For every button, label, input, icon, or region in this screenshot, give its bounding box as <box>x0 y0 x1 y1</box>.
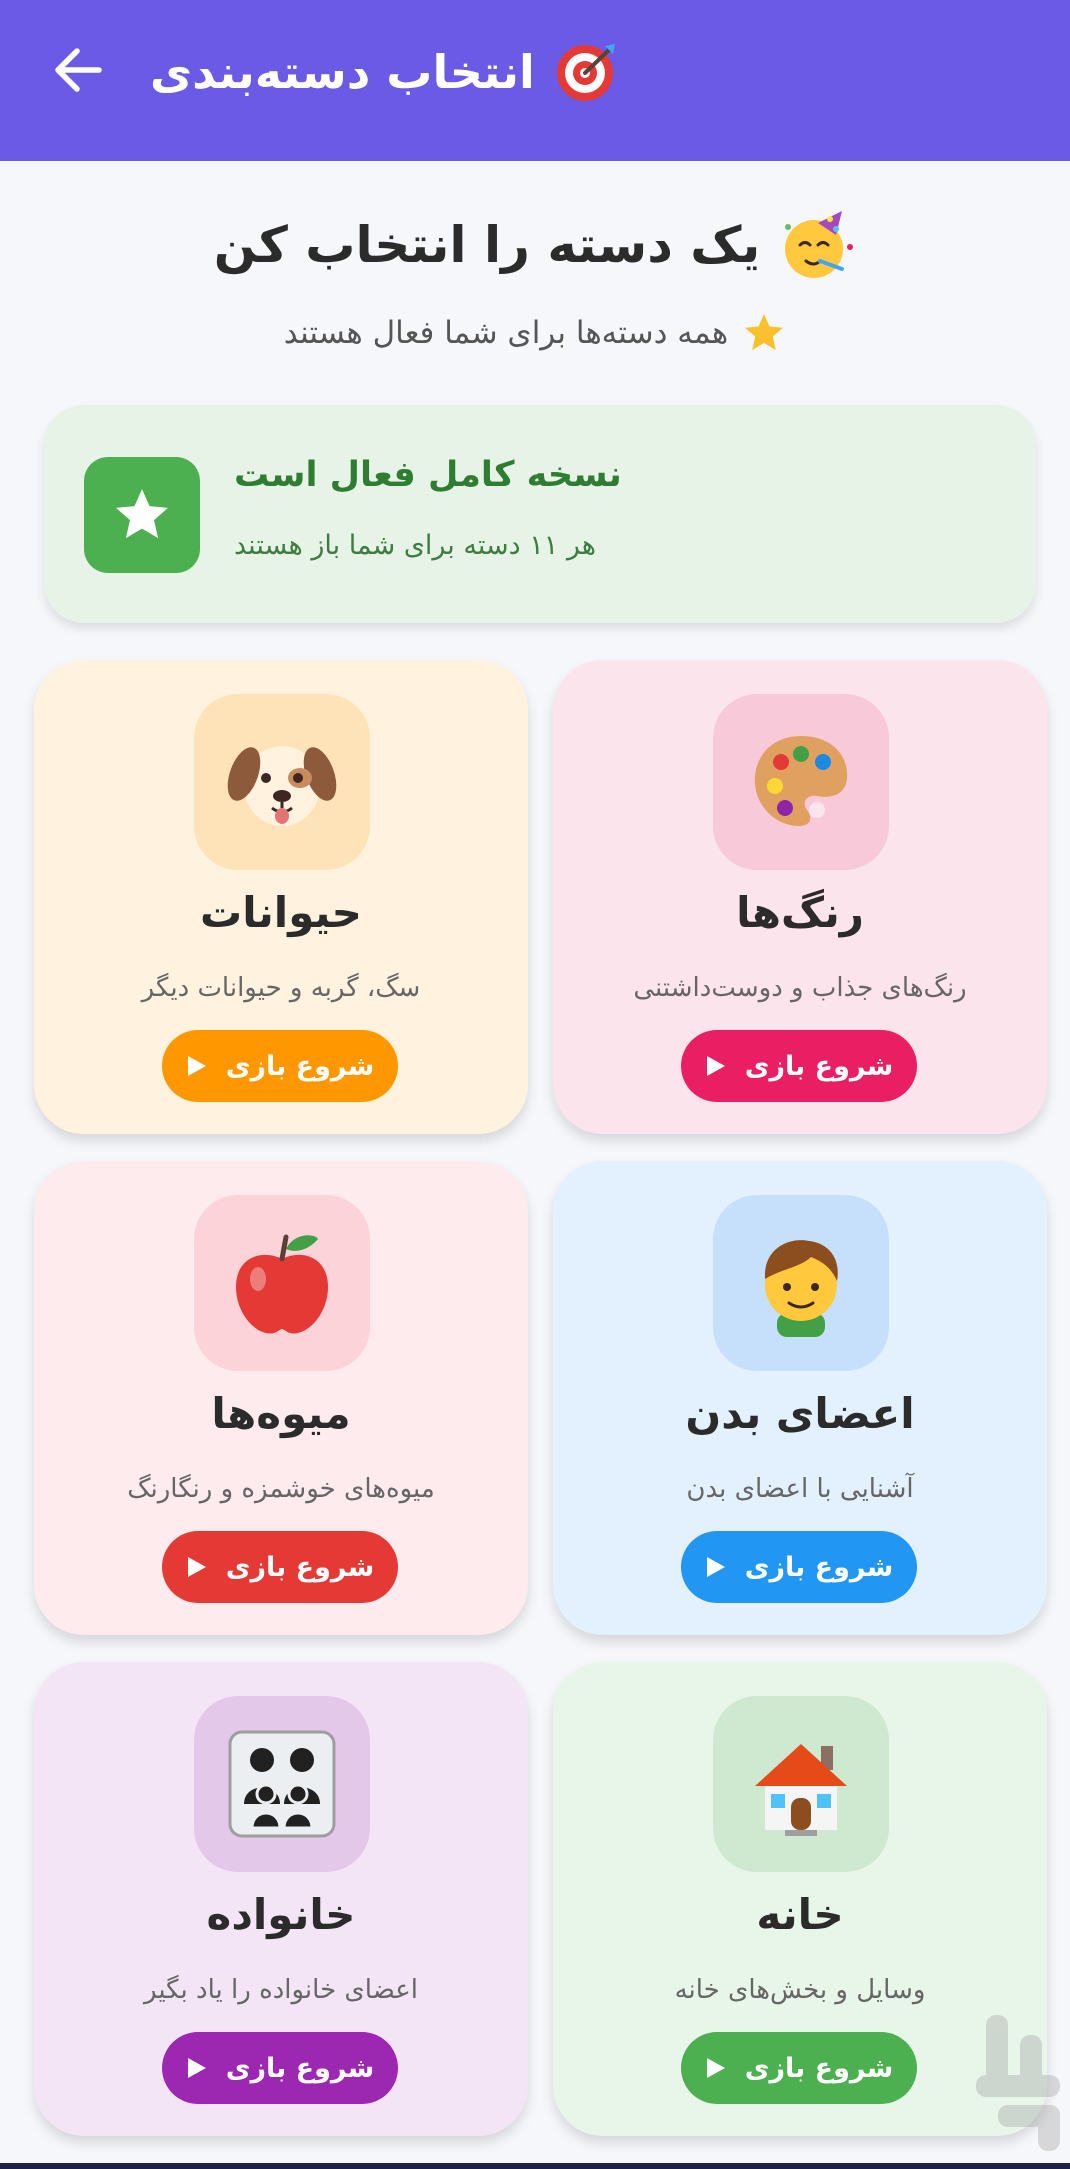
category-title: اعضای بدن <box>685 1389 915 1438</box>
category-title: خانه <box>756 1890 844 1939</box>
arrow-left-icon <box>55 48 102 92</box>
start-game-button[interactable]: شروع بازی <box>681 1030 917 1102</box>
heading-row: یک دسته را انتخاب کن <box>0 205 1070 285</box>
category-desc: آشنایی با اعضای بدن <box>686 1474 914 1504</box>
category-icon-box <box>713 694 889 870</box>
dog-face-icon <box>227 746 337 826</box>
start-game-label: شروع بازی <box>744 2052 894 2084</box>
category-icon-box <box>194 1195 370 1371</box>
category-card-family[interactable]: خانواده اعضای خانواده را یاد بگیر شروع ب… <box>34 1662 528 2136</box>
full-version-banner: نسخه کامل فعال است هر ۱۱ دسته برای شما ب… <box>44 405 1036 623</box>
play-icon <box>706 1557 725 1577</box>
play-icon <box>187 1557 206 1577</box>
start-game-button[interactable]: شروع بازی <box>681 2032 917 2104</box>
app-bar: انتخاب دسته‌بندی <box>0 0 1070 161</box>
page-title: انتخاب دسته‌بندی <box>150 45 535 99</box>
start-game-button[interactable]: شروع بازی <box>162 1030 398 1102</box>
play-icon <box>706 2058 725 2078</box>
category-title: حیوانات <box>200 888 362 937</box>
category-icon-box <box>194 1696 370 1872</box>
play-icon <box>187 2058 206 2078</box>
apple-icon <box>236 1234 328 1334</box>
category-desc: اعضای خانواده را یاد بگیر <box>143 1975 418 2005</box>
heading-text: یک دسته را انتخاب کن <box>213 216 761 274</box>
category-icon-box <box>713 1195 889 1371</box>
category-icon-box <box>713 1696 889 1872</box>
category-title: رنگ‌ها <box>736 888 864 937</box>
start-game-button[interactable]: شروع بازی <box>681 1531 917 1603</box>
bottom-edge <box>0 2163 1070 2169</box>
star-icon <box>116 489 168 539</box>
start-game-label: شروع بازی <box>744 1551 894 1583</box>
start-game-button[interactable]: شروع بازی <box>162 1531 398 1603</box>
category-desc: وسایل و بخش‌های خانه <box>674 1975 926 2005</box>
banner-subtitle: هر ۱۱ دسته برای شما باز هستند <box>234 530 596 561</box>
subheading-row: همه دسته‌ها برای شما فعال هستند <box>0 308 1070 358</box>
category-desc: میوه‌های خوشمزه و رنگارنگ <box>127 1474 435 1504</box>
party-face-icon <box>785 211 854 278</box>
category-title: خانواده <box>206 1890 356 1939</box>
start-game-label: شروع بازی <box>225 2052 375 2084</box>
target-icon <box>556 44 615 101</box>
start-game-label: شروع بازی <box>225 1050 375 1082</box>
category-title: میوه‌ها <box>211 1389 351 1438</box>
banner-title: نسخه کامل فعال است <box>234 455 622 495</box>
star-icon <box>745 314 784 350</box>
category-icon-box <box>194 694 370 870</box>
house-icon <box>755 1744 847 1836</box>
back-button[interactable] <box>48 40 108 100</box>
category-desc: سگ، گربه و حیوانات دیگر <box>141 973 421 1003</box>
store-watermark-logo <box>976 2015 1060 2151</box>
family-icon <box>228 1730 336 1838</box>
banner-star-badge <box>84 457 200 573</box>
play-icon <box>187 1056 206 1076</box>
category-desc: رنگ‌های جذاب و دوست‌داشتنی <box>633 973 967 1003</box>
start-game-button[interactable]: شروع بازی <box>162 2032 398 2104</box>
palette-icon <box>754 736 848 826</box>
subheading-text: همه دسته‌ها برای شما فعال هستند <box>283 315 729 351</box>
category-card-body-parts[interactable]: اعضای بدن آشنایی با اعضای بدن شروع بازی <box>553 1161 1047 1635</box>
category-card-fruits[interactable]: میوه‌ها میوه‌های خوشمزه و رنگارنگ شروع ب… <box>34 1161 528 1635</box>
boy-face-icon <box>764 1240 838 1337</box>
category-card-colors[interactable]: رنگ‌ها رنگ‌های جذاب و دوست‌داشتنی شروع ب… <box>553 660 1047 1134</box>
play-icon <box>706 1056 725 1076</box>
category-card-animals[interactable]: حیوانات سگ، گربه و حیوانات دیگر شروع باز… <box>34 660 528 1134</box>
start-game-label: شروع بازی <box>225 1551 375 1583</box>
start-game-label: شروع بازی <box>744 1050 894 1082</box>
